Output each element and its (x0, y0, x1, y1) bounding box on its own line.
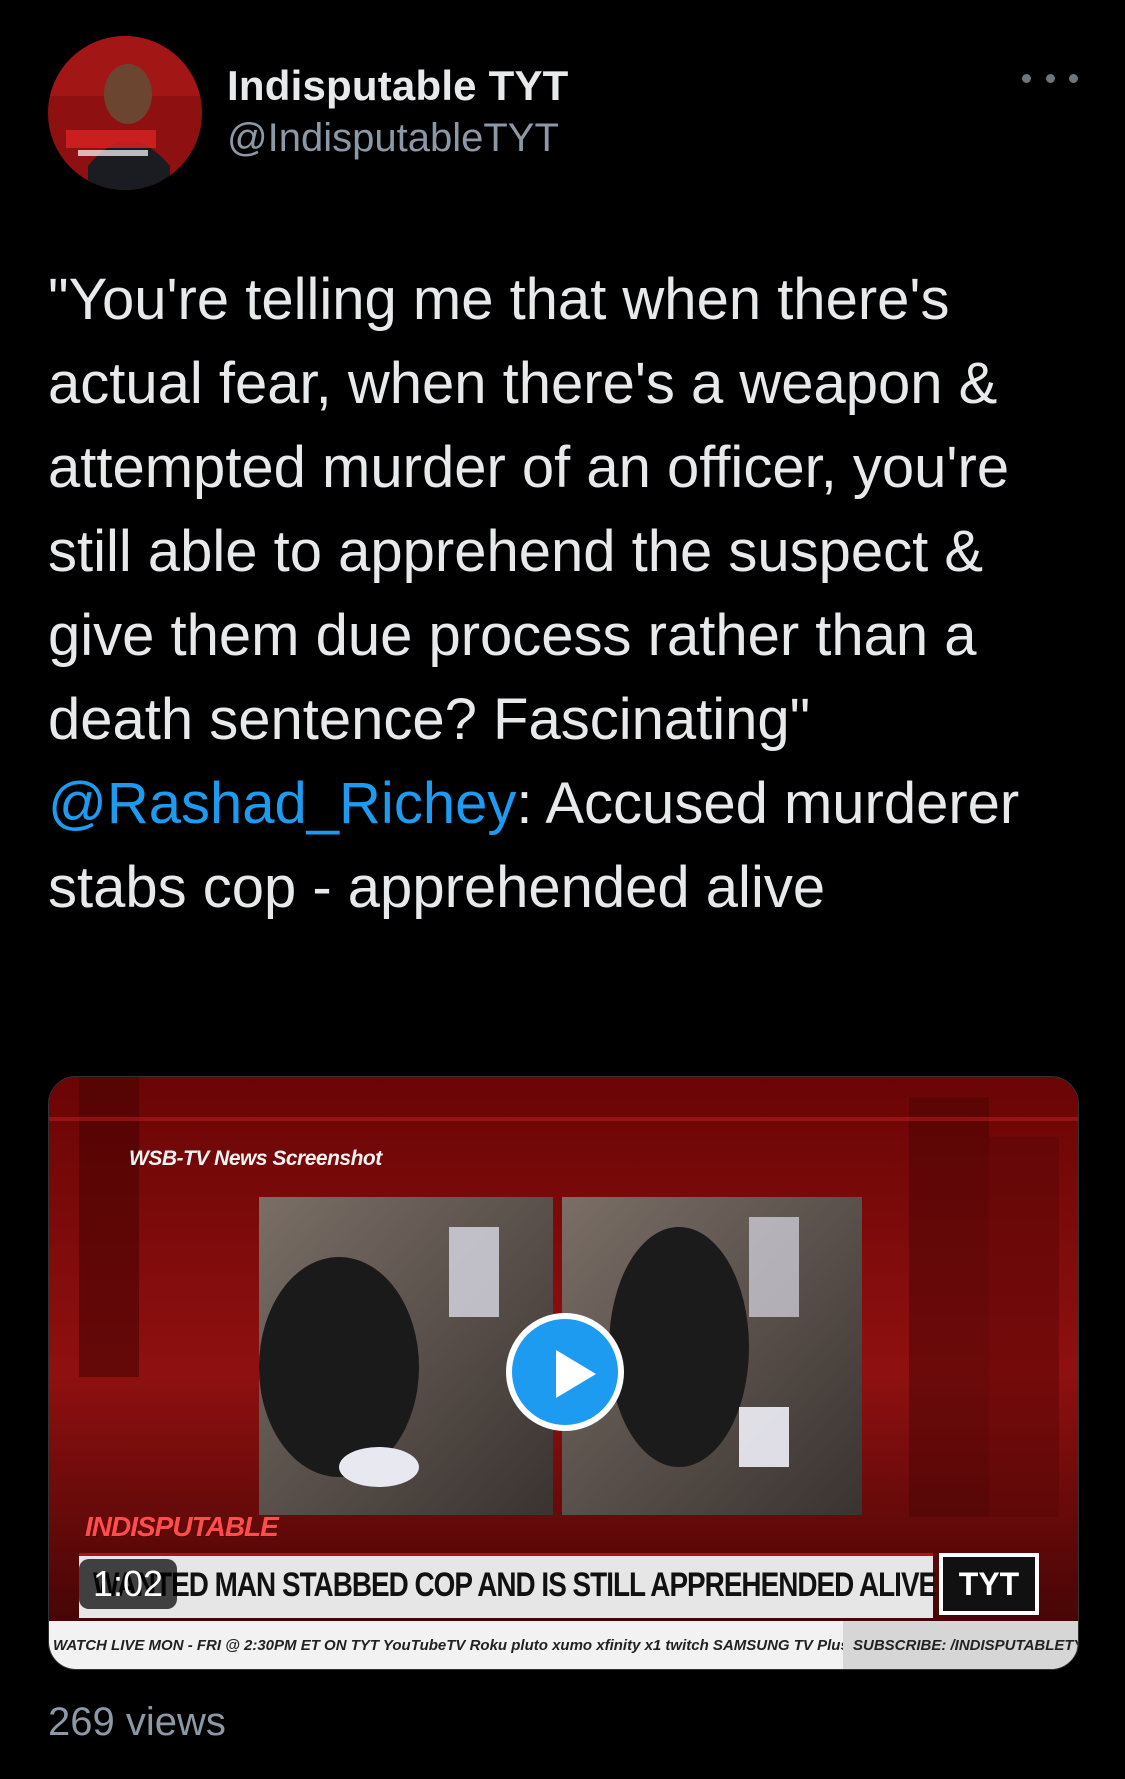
tweet-header: Indisputable TYT @IndisputableTYT (48, 36, 1078, 196)
avatar-image-icon (48, 36, 202, 190)
video-duration: 1:02 (79, 1559, 178, 1609)
tyt-badge: TYT (939, 1553, 1039, 1615)
view-count: 269 views (48, 1700, 226, 1744)
video-player[interactable]: WSB-TV News Screenshot INDISPUTABLE WANT… (48, 1076, 1079, 1670)
author-names: Indisputable TYT @IndisputableTYT (227, 62, 569, 162)
author-display-name[interactable]: Indisputable TYT (227, 62, 569, 110)
mention-link[interactable]: @Rashad_Richey (48, 771, 516, 836)
author-avatar[interactable] (48, 36, 202, 190)
video-source-label: WSB-TV News Screenshot (129, 1147, 382, 1170)
tweet-text: "You're telling me that when there's act… (48, 258, 1088, 930)
video-headline: WANTED MAN STABBED COP AND IS STILL APPR… (93, 1566, 937, 1604)
tweet-body: "You're telling me that when there's act… (48, 267, 1026, 752)
video-headline-bar: WANTED MAN STABBED COP AND IS STILL APPR… (79, 1553, 937, 1618)
play-button-icon[interactable] (506, 1313, 624, 1431)
video-brand-logo: INDISPUTABLE (85, 1511, 279, 1542)
ticker-right: SUBSCRIBE: /INDISPUTABLETYT (843, 1621, 1078, 1669)
more-options-icon[interactable] (1022, 66, 1078, 90)
author-handle[interactable]: @IndisputableTYT (227, 114, 569, 162)
video-ticker: WATCH LIVE MON - FRI @ 2:30PM ET ON TYT … (49, 1621, 1078, 1669)
ticker-left: WATCH LIVE MON - FRI @ 2:30PM ET ON TYT … (53, 1636, 849, 1654)
